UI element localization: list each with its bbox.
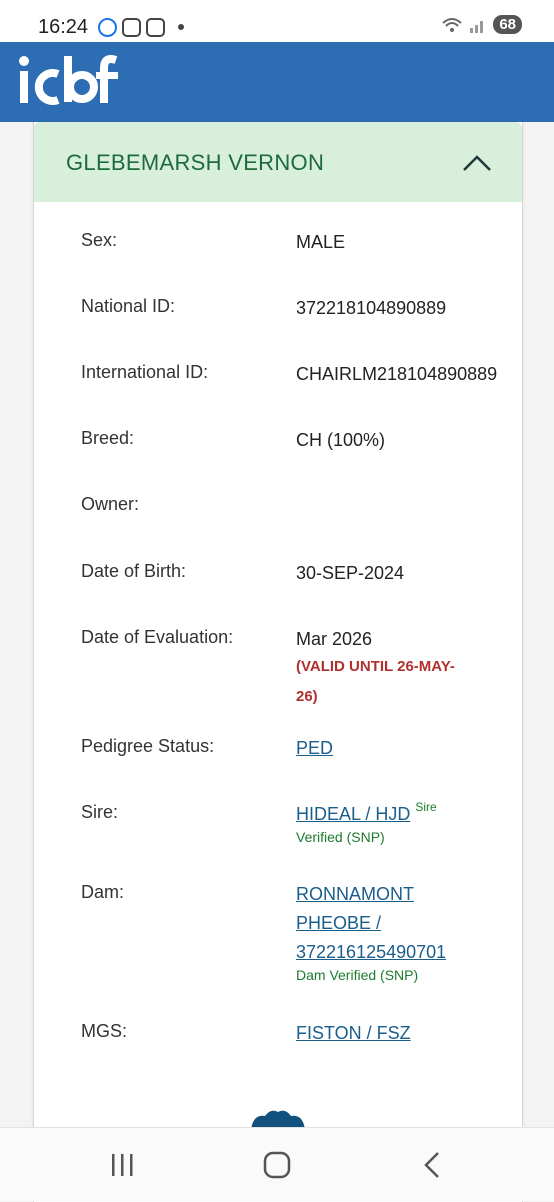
status-bar: 16:24 68 [0, 0, 554, 42]
sire-superscript: Sire [415, 800, 437, 814]
international-id-label: International ID: [81, 362, 209, 382]
evaluation-label: Date of Evaluation: [81, 627, 234, 647]
wifi-icon [442, 17, 462, 32]
home-icon[interactable] [257, 1148, 297, 1182]
sire-verified: Verified (SNP) [296, 829, 385, 845]
mgs-label: MGS: [81, 1021, 128, 1041]
pedigree-label: Pedigree Status: [81, 736, 215, 756]
international-id-value: CHAIRLM218104890889 [296, 364, 498, 384]
breed-label: Breed: [81, 428, 135, 448]
chevron-up-icon[interactable] [460, 148, 494, 176]
animal-detail-card: GLEBEMARSH VERNON Sex: MALE National ID:… [33, 122, 523, 1202]
recent-apps-icon[interactable] [102, 1148, 142, 1182]
evaluation-validity-line2: 26) [296, 688, 318, 705]
app-header [0, 42, 554, 122]
screen-record-icon [146, 17, 165, 37]
national-id-label: National ID: [81, 296, 176, 316]
signal-icon [470, 20, 484, 33]
dob-label: Date of Birth: [81, 561, 187, 581]
dam-label: Dam: [81, 882, 125, 902]
sire-value: HIDEAL / HJD Sire [296, 800, 437, 825]
evaluation-value: Mar 2026 [296, 629, 373, 649]
status-notification-icons [98, 16, 184, 38]
icbf-logo[interactable] [18, 54, 122, 106]
dob-value: 30-SEP-2024 [296, 563, 405, 583]
sex-label: Sex: [81, 230, 118, 250]
sire-label: Sire: [81, 802, 119, 822]
dam-link-line1[interactable]: RONNAMONT [296, 884, 414, 905]
status-time: 16:24 [38, 16, 89, 38]
battery-level: 68 [493, 15, 522, 34]
dam-verified: Dam Verified (SNP) [296, 967, 419, 983]
more-notifications-icon [178, 24, 184, 30]
animal-name: GLEBEMARSH VERNON [66, 150, 325, 175]
dam-link-line3[interactable]: 372216125490701 [296, 942, 446, 963]
breed-value: CH (100%) [296, 430, 386, 450]
mgs-link[interactable]: FISTON / FSZ [296, 1023, 411, 1044]
screenshot-icon [122, 17, 141, 37]
app-notification-icon [98, 17, 117, 37]
dam-link-line2[interactable]: PHEOBE / [296, 913, 381, 934]
owner-label: Owner: [81, 494, 140, 514]
sex-value: MALE [296, 232, 346, 252]
national-id-value: 372218104890889 [296, 298, 447, 318]
system-nav-bar [0, 1127, 554, 1201]
status-right: 68 [441, 15, 522, 34]
back-icon[interactable] [412, 1148, 452, 1182]
pedigree-link[interactable]: PED [296, 738, 333, 759]
card-header[interactable]: GLEBEMARSH VERNON [34, 122, 522, 202]
sire-link[interactable]: HIDEAL / HJD [296, 804, 410, 824]
evaluation-validity-line1: (VALID UNTIL 26-MAY- [296, 658, 455, 675]
